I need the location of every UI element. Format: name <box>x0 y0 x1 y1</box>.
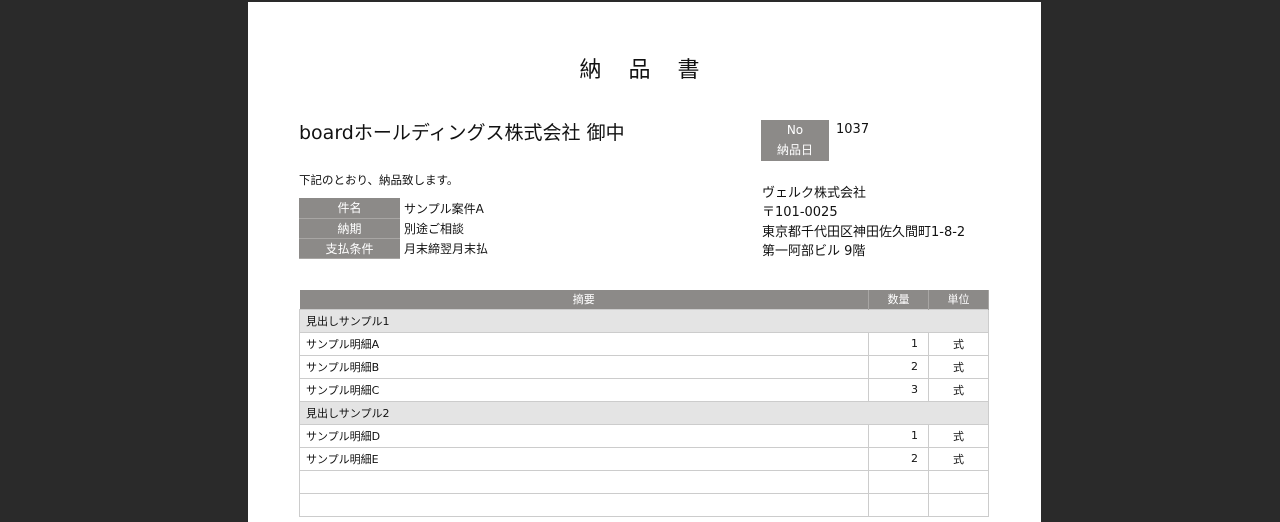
issuer-building: 第一阿部ビル 9階 <box>762 243 866 259</box>
header-quantity: 数量 <box>868 290 929 309</box>
info-row: 件名 サンプル案件A <box>299 198 492 219</box>
item-quantity <box>868 469 929 494</box>
table-row: サンプル明細E 2 式 <box>299 446 989 471</box>
section-heading-row: 見出しサンプル1 <box>299 308 989 333</box>
doc-meta-labels: No 納品日 <box>761 120 829 161</box>
info-label: 納期 <box>299 218 400 239</box>
item-quantity: 3 <box>868 377 929 402</box>
item-quantity: 1 <box>868 331 929 356</box>
item-description: サンプル明細B <box>299 354 869 379</box>
no-value: 1037 <box>836 122 870 137</box>
client-name: boardホールディングス株式会社 御中 <box>299 122 625 144</box>
info-label: 支払条件 <box>299 238 400 259</box>
issuer-name: ヴェルク株式会社 <box>762 186 867 201</box>
header-unit: 単位 <box>928 290 989 309</box>
info-value: 別途ご相談 <box>404 221 465 236</box>
issuer-address: 東京都千代田区神田佐久間町1-8-2 <box>762 224 966 240</box>
item-quantity <box>868 492 929 517</box>
table-row <box>299 492 989 517</box>
info-row: 納期 別途ご相談 <box>299 218 492 239</box>
document-page: 納 品 書 boardホールディングス株式会社 御中 下記のとおり、納品致します… <box>248 2 1041 522</box>
item-description <box>299 492 869 517</box>
item-description: サンプル明細A <box>299 331 869 356</box>
item-quantity: 2 <box>868 354 929 379</box>
table-row: サンプル明細A 1 式 <box>299 331 989 356</box>
info-table: 件名 サンプル案件A 納期 別途ご相談 支払条件 月末締翌月末払 <box>299 198 492 259</box>
item-unit <box>928 492 989 517</box>
section-heading: 見出しサンプル2 <box>299 400 989 425</box>
no-label: No <box>786 123 804 137</box>
item-description: サンプル明細C <box>299 377 869 402</box>
item-unit: 式 <box>928 331 989 356</box>
date-label: 納品日 <box>776 143 813 157</box>
lead-text: 下記のとおり、納品致します。 <box>299 173 459 187</box>
section-heading-row: 見出しサンプル2 <box>299 400 989 425</box>
document-title: 納 品 書 <box>579 58 710 83</box>
item-quantity: 2 <box>868 446 929 471</box>
section-heading: 見出しサンプル1 <box>299 308 989 333</box>
item-unit: 式 <box>928 446 989 471</box>
item-description <box>299 469 869 494</box>
issuer-block: ヴェルク株式会社 〒101-0025 東京都千代田区神田佐久間町1-8-2 第一… <box>762 184 965 261</box>
table-row: サンプル明細C 3 式 <box>299 377 989 402</box>
info-value: サンプル案件A <box>404 201 484 216</box>
item-quantity: 1 <box>868 423 929 448</box>
item-description: サンプル明細E <box>299 446 869 471</box>
info-value: 月末締翌月末払 <box>404 241 489 256</box>
item-description: サンプル明細D <box>299 423 869 448</box>
item-unit: 式 <box>928 423 989 448</box>
table-row: サンプル明細D 1 式 <box>299 423 989 448</box>
info-row: 支払条件 月末締翌月末払 <box>299 238 492 259</box>
item-unit: 式 <box>928 354 989 379</box>
issuer-zip: 〒101-0025 <box>762 205 838 221</box>
table-row <box>299 469 989 494</box>
item-unit: 式 <box>928 377 989 402</box>
table-row: サンプル明細B 2 式 <box>299 354 989 379</box>
items-table: 摘要 数量 単位 見出しサンプル1 サンプル明細A 1 式サンプル明細B 2 式サンプル明… <box>299 290 989 517</box>
info-label: 件名 <box>299 198 400 219</box>
header-description: 摘要 <box>299 290 869 309</box>
item-unit <box>928 469 989 494</box>
